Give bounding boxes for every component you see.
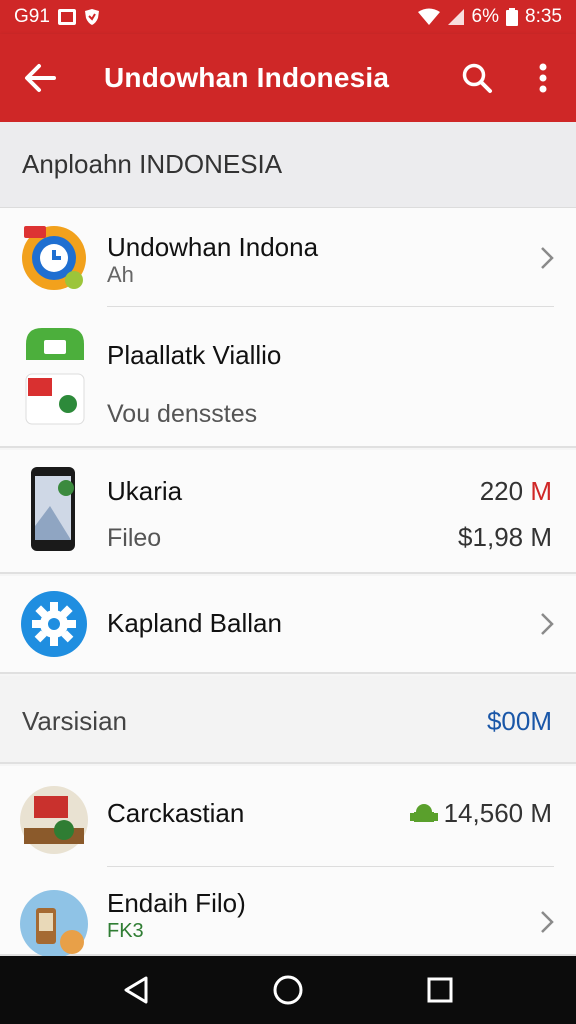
battery-percent: 6% xyxy=(471,6,500,27)
search-icon xyxy=(462,63,492,93)
signal-icon xyxy=(447,9,464,25)
status-bar: G91 6% 8:35 xyxy=(0,0,576,34)
price-value: $1,98 M xyxy=(458,522,552,552)
phone-avatar-icon xyxy=(20,890,88,956)
nav-home-button[interactable] xyxy=(258,960,318,1020)
version-value: $00M xyxy=(486,706,552,736)
desk-app-icon xyxy=(20,786,88,854)
item-title: Carckastian xyxy=(107,798,245,828)
storage-number: 14,560 M xyxy=(443,798,552,828)
nav-recents-button[interactable] xyxy=(410,960,470,1020)
shield-icon xyxy=(84,9,99,25)
list-item-endaih[interactable]: Endaih Filo) FK3 xyxy=(0,868,576,956)
screen: G91 6% 8:35 Undowhan Indonesia Anploahn … xyxy=(0,0,576,1024)
chevron-right-icon xyxy=(541,613,554,635)
settings-gear-icon xyxy=(21,591,87,657)
list-item-carckastian[interactable]: Carckastian 14,560 M xyxy=(0,766,576,866)
toolbar-title: Undowhan Indonesia xyxy=(104,62,390,93)
item-subtitle: FK3 xyxy=(107,920,144,942)
item-title: Ukaria xyxy=(107,476,183,506)
divider xyxy=(107,866,554,867)
size-value: 220 M xyxy=(480,476,552,507)
wifi-icon xyxy=(417,8,440,25)
item-title: Undowhan Indona xyxy=(107,232,319,262)
item-title: Endaih Filo) xyxy=(107,888,246,918)
item-subtitle: Vou densstes xyxy=(107,400,258,428)
list-item-kapland[interactable]: Kapland Ballan xyxy=(0,576,576,674)
app-list-card: Undowhan Indona Ah Plaallatk Viallio Vou… xyxy=(0,208,576,448)
search-button[interactable] xyxy=(444,34,510,122)
triangle-back-icon xyxy=(124,976,148,1004)
square-recents-icon xyxy=(427,977,453,1003)
clock-app-icon xyxy=(22,226,86,290)
phone-icon xyxy=(31,467,75,551)
divider xyxy=(107,306,554,307)
notification-icon xyxy=(57,9,76,25)
app-list-card-2: Carckastian 14,560 M Endaih Filo) FK3 xyxy=(0,766,576,956)
settings-card: Kapland Ballan xyxy=(0,576,576,674)
app-toolbar: Undowhan Indonesia xyxy=(0,34,576,122)
nav-back-button[interactable] xyxy=(106,960,166,1020)
android-badge-icon xyxy=(409,803,438,822)
system-navigation-bar xyxy=(0,956,576,1024)
status-left-text: G91 xyxy=(14,6,50,27)
list-item-undowhan[interactable]: Undowhan Indona Ah xyxy=(0,208,576,308)
back-button[interactable] xyxy=(0,34,80,122)
file-card: Ukaria Fileo 220 M $1,98 M xyxy=(0,450,576,574)
version-label: Varsisian xyxy=(22,706,128,736)
section-header: Anploahn INDONESIA xyxy=(0,122,576,208)
status-time: 8:35 xyxy=(525,6,562,27)
item-subtitle: Fileo xyxy=(107,524,162,552)
flag-app-icon xyxy=(25,328,85,425)
item-title: Plaallatk Viallio xyxy=(107,340,282,370)
chevron-right-icon xyxy=(541,911,554,933)
list-item-plaallatk[interactable]: Plaallatk Viallio Vou densstes xyxy=(0,308,576,448)
circle-home-icon xyxy=(273,975,303,1005)
arrow-back-icon xyxy=(25,64,56,92)
list-item-ukaria[interactable]: Ukaria Fileo 220 M $1,98 M xyxy=(0,450,576,574)
overflow-menu-button[interactable] xyxy=(510,34,576,122)
version-row[interactable]: Varsisian $00M xyxy=(0,676,576,764)
item-title: Kapland Ballan xyxy=(107,608,282,638)
size-unit: M xyxy=(530,476,552,506)
storage-value: 14,560 M xyxy=(409,798,552,829)
battery-icon xyxy=(506,8,519,26)
item-subtitle: Ah xyxy=(107,262,134,287)
chevron-right-icon xyxy=(541,247,554,269)
size-number: 220 xyxy=(479,476,524,506)
more-vert-icon xyxy=(539,63,547,93)
